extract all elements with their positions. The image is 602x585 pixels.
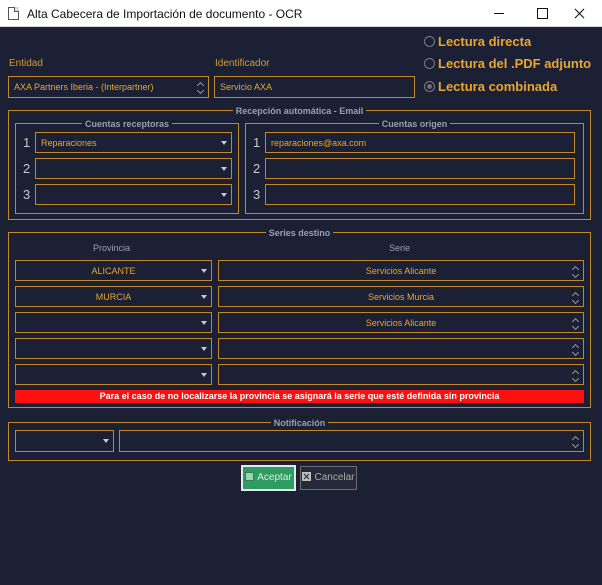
- serie-field-2[interactable]: Servicios Murcia: [218, 286, 584, 307]
- serie-value: Servicios Murcia: [367, 292, 434, 302]
- close-button[interactable]: [556, 0, 602, 27]
- chevron-down-icon: [201, 347, 207, 351]
- spinner-icon[interactable]: [573, 367, 580, 383]
- receptora-select-2[interactable]: [35, 158, 232, 179]
- serie-field-5[interactable]: [218, 364, 584, 385]
- radio-lectura-combinada[interactable]: [424, 81, 435, 92]
- serie-field-3[interactable]: Servicios Alicante: [218, 312, 584, 333]
- chevron-down-icon: [201, 269, 207, 273]
- provincia-select-5[interactable]: [15, 364, 212, 385]
- origen-field-2[interactable]: [265, 158, 575, 179]
- spinner-icon[interactable]: [573, 263, 580, 279]
- notificacion-title: Notificación: [270, 418, 329, 428]
- origen-num: 1: [253, 135, 261, 150]
- provincia-select-1[interactable]: ALICANTE: [15, 260, 212, 281]
- close-icon: [302, 472, 312, 481]
- provincia-value: ALICANTE: [91, 266, 136, 276]
- minimize-button[interactable]: [476, 0, 522, 27]
- series-destino-title: Series destino: [265, 228, 334, 238]
- radio-lectura-pdf[interactable]: [424, 58, 435, 69]
- cancel-label: Cancelar: [314, 472, 355, 483]
- chevron-down-icon: [221, 193, 227, 197]
- chevron-down-icon: [201, 295, 207, 299]
- notificacion-select[interactable]: [15, 430, 114, 452]
- origen-field-1[interactable]: reparaciones@axa.com: [265, 132, 575, 153]
- chevron-down-icon: [221, 141, 227, 145]
- provincia-value: MURCIA: [95, 292, 132, 302]
- serie-field-4[interactable]: [218, 338, 584, 359]
- receptora-num: 2: [23, 161, 31, 176]
- identificador-value: Servicio AXA: [220, 82, 273, 92]
- chevron-down-icon: [103, 439, 109, 443]
- identificador-label: Identificador: [215, 58, 270, 69]
- radio-label-lectura-combinada[interactable]: Lectura combinada: [438, 79, 557, 94]
- entidad-label: Entidad: [9, 58, 43, 69]
- receptora-select-1[interactable]: Reparaciones: [35, 132, 232, 153]
- window-title: Alta Cabecera de Importación de document…: [27, 7, 303, 21]
- serie-field-1[interactable]: Servicios Alicante: [218, 260, 584, 281]
- spinner-icon[interactable]: [573, 433, 580, 449]
- provincia-select-4[interactable]: [15, 338, 212, 359]
- check-icon: [245, 472, 255, 481]
- receptora-select-3[interactable]: [35, 184, 232, 205]
- cuentas-origen-title: Cuentas origen: [378, 119, 451, 129]
- radio-label-lectura-pdf[interactable]: Lectura del .PDF adjunto: [438, 56, 591, 71]
- entidad-select[interactable]: AXA Partners Iberia - (Interpartner): [8, 76, 209, 98]
- series-warning-banner: Para el caso de no localizarse la provin…: [15, 390, 584, 403]
- origen-field-3[interactable]: [265, 184, 575, 205]
- receptora-num: 3: [23, 187, 31, 202]
- window-titlebar: Alta Cabecera de Importación de document…: [0, 0, 602, 27]
- radio-label-lectura-directa[interactable]: Lectura directa: [438, 34, 531, 49]
- cancel-button[interactable]: Cancelar: [300, 466, 357, 490]
- accept-button[interactable]: Aceptar: [241, 465, 296, 491]
- chevron-down-icon: [221, 167, 227, 171]
- notificacion-text-field[interactable]: [119, 430, 584, 452]
- app-icon: [8, 7, 19, 20]
- spinner-icon[interactable]: [573, 315, 580, 331]
- provincia-select-3[interactable]: [15, 312, 212, 333]
- origen-value: reparaciones@axa.com: [271, 138, 367, 148]
- chevron-down-icon: [201, 321, 207, 325]
- recepcion-title: Recepción automática - Email: [232, 106, 367, 116]
- origen-num: 3: [253, 187, 261, 202]
- serie-value: Servicios Alicante: [365, 266, 437, 276]
- radio-lectura-directa[interactable]: [424, 36, 435, 47]
- receptora-num: 1: [23, 135, 31, 150]
- receptora-value: Reparaciones: [41, 138, 97, 148]
- provincia-select-2[interactable]: MURCIA: [15, 286, 212, 307]
- serie-value: Servicios Alicante: [365, 318, 437, 328]
- serie-header: Serie: [389, 243, 411, 253]
- provincia-header: Provincia: [93, 243, 131, 253]
- spinner-icon[interactable]: [573, 289, 580, 305]
- origen-num: 2: [253, 161, 261, 176]
- entidad-value: AXA Partners Iberia - (Interpartner): [14, 82, 154, 92]
- spinner-icon[interactable]: [573, 341, 580, 357]
- dialog-body: Entidad AXA Partners Iberia - (Interpart…: [0, 27, 602, 585]
- identificador-field[interactable]: Servicio AXA: [214, 76, 415, 98]
- cuentas-receptoras-title: Cuentas receptoras: [81, 119, 173, 129]
- spinner-icon: [198, 79, 205, 95]
- chevron-down-icon: [201, 373, 207, 377]
- accept-label: Aceptar: [257, 472, 292, 483]
